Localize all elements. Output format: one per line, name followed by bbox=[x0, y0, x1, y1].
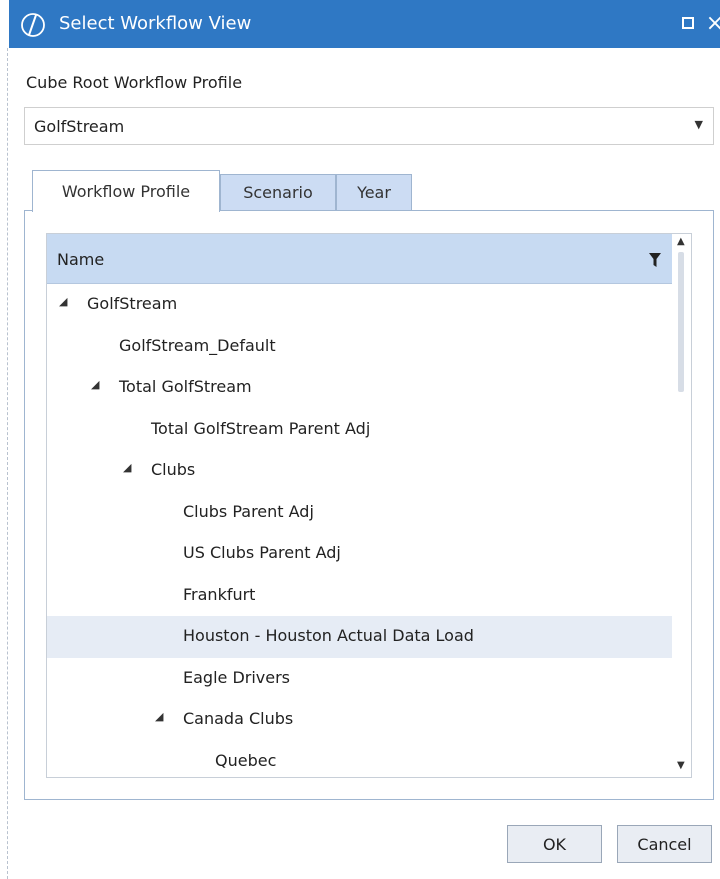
column-header-label: Name bbox=[57, 250, 105, 269]
tree-row[interactable]: GolfStream_Default bbox=[47, 326, 672, 368]
tree-row[interactable]: Frankfurt bbox=[47, 575, 672, 617]
expand-toggle-icon[interactable]: ◢ bbox=[91, 379, 103, 391]
tree-row-label: Total GolfStream Parent Adj bbox=[151, 418, 371, 438]
tree-row-label: Eagle Drivers bbox=[183, 667, 291, 687]
tree-row[interactable]: Clubs Parent Adj bbox=[47, 492, 672, 534]
maximize-icon[interactable] bbox=[682, 17, 694, 29]
ok-button[interactable]: OK bbox=[507, 825, 602, 863]
tab-label: Workflow Profile bbox=[61, 182, 191, 201]
tab-year[interactable]: Year bbox=[336, 174, 412, 210]
close-icon[interactable]: × bbox=[704, 9, 720, 39]
tree-row-label: Total GolfStream bbox=[119, 377, 252, 396]
tree-rows: ◢ GolfStream GolfStream_Default ◢ Total Golf… bbox=[47, 284, 672, 778]
title-bar[interactable]: Select Workflow View × bbox=[9, 0, 720, 48]
tree-row-label: Quebec bbox=[215, 750, 277, 770]
tree-row-label: GolfStream bbox=[87, 294, 178, 313]
tree-row[interactable]: ◢ Total GolfStream bbox=[47, 367, 672, 409]
tree-row[interactable]: Quebec bbox=[47, 741, 672, 778]
expand-toggle-icon[interactable]: ◢ bbox=[123, 462, 135, 474]
chevron-down-icon[interactable]: ▼ bbox=[695, 118, 703, 131]
tree-row[interactable]: US Clubs Parent Adj bbox=[47, 533, 672, 575]
expand-toggle-icon[interactable]: ◢ bbox=[59, 296, 71, 308]
tree-row[interactable]: Total GolfStream Parent Adj bbox=[47, 409, 672, 451]
tree-row-label: Canada Clubs bbox=[183, 709, 294, 728]
cube-root-profile-label: Cube Root Workflow Profile bbox=[26, 73, 243, 92]
tree-row[interactable]: Eagle Drivers bbox=[47, 658, 672, 700]
vertical-scrollbar[interactable]: ▲ ▼ bbox=[673, 234, 691, 777]
scroll-up-icon[interactable]: ▲ bbox=[677, 236, 685, 247]
tree-row-label: GolfStream_Default bbox=[119, 335, 276, 355]
tab-scenario[interactable]: Scenario bbox=[220, 174, 336, 210]
scrollbar-thumb[interactable] bbox=[678, 252, 684, 392]
scroll-down-icon[interactable]: ▼ bbox=[677, 760, 685, 771]
window-title: Select Workflow View bbox=[59, 13, 252, 34]
tree-row-label: US Clubs Parent Adj bbox=[183, 543, 341, 562]
tree-row[interactable]: ◢ Clubs bbox=[47, 450, 672, 492]
tree-row-label: Frankfurt bbox=[183, 584, 256, 604]
tree-row[interactable]: ◢ Canada Clubs bbox=[47, 699, 672, 741]
workflow-profile-tree[interactable]: Name ◢ GolfStream GolfStream_Default ◢ Total… bbox=[46, 233, 692, 778]
onestream-logo-icon bbox=[19, 12, 47, 38]
tab-workflow-profile[interactable]: Workflow Profile bbox=[32, 170, 220, 212]
cancel-button[interactable]: Cancel bbox=[617, 825, 712, 863]
filter-icon[interactable] bbox=[649, 252, 661, 267]
cube-root-profile-dropdown[interactable]: GolfStream ▼ bbox=[24, 107, 714, 145]
tree-row-label: Houston - Houston Actual Data Load bbox=[183, 626, 474, 645]
expand-toggle-icon[interactable]: ◢ bbox=[155, 711, 167, 723]
profile-select-value: GolfStream bbox=[34, 117, 125, 136]
tree-row-label: Clubs bbox=[151, 460, 196, 479]
tab-label: Year bbox=[357, 183, 391, 202]
tab-label: Scenario bbox=[243, 183, 313, 202]
left-divider bbox=[7, 48, 9, 879]
tree-row-label: Clubs Parent Adj bbox=[183, 501, 314, 521]
tree-row[interactable]: ◢ GolfStream bbox=[47, 284, 672, 326]
name-column-header[interactable]: Name bbox=[47, 234, 672, 284]
tree-row[interactable]: Houston - Houston Actual Data Load bbox=[47, 616, 672, 658]
